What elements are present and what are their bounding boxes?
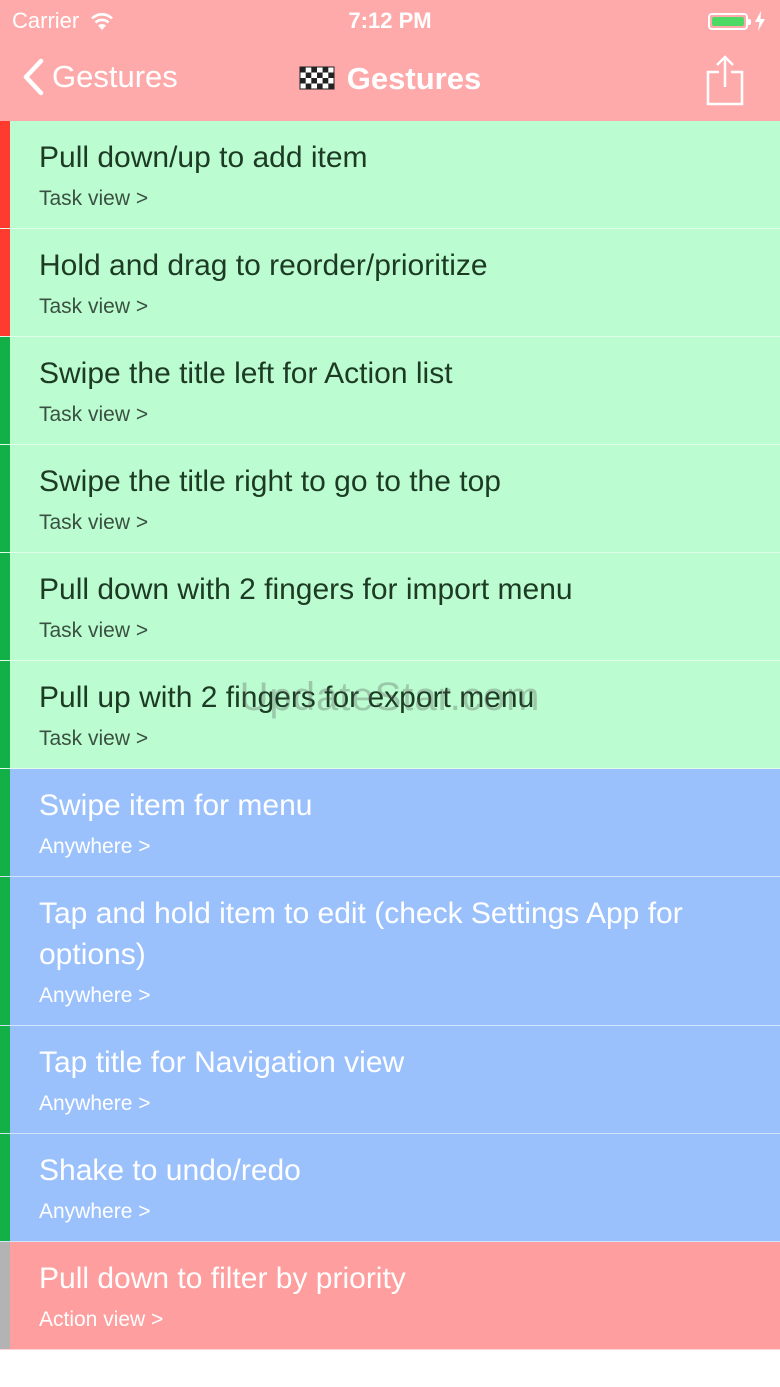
list-item-subtitle: Anywhere > bbox=[39, 835, 151, 858]
gesture-list: Pull down/up to add item Task view > Hold … bbox=[0, 121, 780, 1350]
priority-marker bbox=[0, 229, 10, 336]
list-item[interactable]: Pull down with 2 fingers for import menu… bbox=[0, 553, 780, 661]
list-item-title: Pull down with 2 fingers for import menu bbox=[39, 573, 573, 606]
list-item-title: Swipe the title left for Action list bbox=[39, 357, 453, 390]
list-item-title: Pull up with 2 fingers for export menu bbox=[39, 681, 535, 714]
battery-icon bbox=[708, 12, 751, 30]
list-item-subtitle: Anywhere > bbox=[39, 1200, 151, 1223]
list-item-subtitle: Anywhere > bbox=[39, 1092, 151, 1115]
list-item-subtitle: Action view > bbox=[39, 1308, 164, 1331]
list-item[interactable]: Swipe the title right to go to the top Ta… bbox=[0, 445, 780, 553]
list-item-title: Swipe item for menu bbox=[39, 789, 313, 822]
list-item-title: Pull down to filter by priority bbox=[39, 1262, 406, 1295]
list-item-subtitle: Task view > bbox=[39, 187, 149, 210]
list-item[interactable]: Hold and drag to reorder/prioritize Task … bbox=[0, 229, 780, 337]
list-item-title: Pull down/up to add item bbox=[39, 141, 368, 174]
priority-marker bbox=[0, 445, 10, 552]
priority-marker bbox=[0, 1242, 10, 1349]
list-item[interactable]: Pull down to filter by priority Action vi… bbox=[0, 1242, 780, 1350]
priority-marker bbox=[0, 121, 10, 228]
list-item-title: Swipe the title right to go to the top bbox=[39, 465, 501, 498]
list-item-subtitle: Task view > bbox=[39, 511, 149, 534]
priority-marker bbox=[0, 769, 10, 876]
priority-marker bbox=[0, 337, 10, 444]
navigation-bar: Gestures Gestures bbox=[0, 40, 780, 120]
list-item-title: Tap title for Navigation view bbox=[39, 1046, 405, 1079]
navigation-header: Carrier 7:12 PM Gestures Gestures bbox=[0, 0, 780, 121]
share-button[interactable] bbox=[706, 54, 744, 111]
status-bar: Carrier 7:12 PM bbox=[0, 0, 780, 40]
list-item[interactable]: Swipe the title left for Action list Task… bbox=[0, 337, 780, 445]
list-item-subtitle: Task view > bbox=[39, 619, 149, 642]
priority-marker bbox=[0, 553, 10, 660]
priority-marker bbox=[0, 661, 10, 768]
priority-marker bbox=[0, 1134, 10, 1241]
checkered-flag-icon bbox=[299, 66, 335, 90]
charging-bolt-icon bbox=[755, 11, 765, 31]
page-title[interactable]: Gestures bbox=[0, 61, 780, 97]
list-item[interactable]: Shake to undo/redo Anywhere > bbox=[0, 1134, 780, 1242]
list-item[interactable]: Tap title for Navigation view Anywhere > bbox=[0, 1026, 780, 1134]
battery-indicator bbox=[708, 11, 766, 31]
priority-marker bbox=[0, 1026, 10, 1133]
list-item-title: Shake to undo/redo bbox=[39, 1154, 301, 1187]
list-item-subtitle: Anywhere > bbox=[39, 984, 151, 1007]
list-item[interactable]: Tap and hold item to edit (check Setting… bbox=[0, 877, 780, 1026]
list-item-subtitle: Task view > bbox=[39, 403, 149, 426]
list-item[interactable]: Swipe item for menu Anywhere > bbox=[0, 769, 780, 877]
list-item[interactable]: Pull down/up to add item Task view > bbox=[0, 121, 780, 229]
page-title-text: Gestures bbox=[346, 61, 482, 96]
list-item[interactable]: Pull up with 2 fingers for export menu Ta… bbox=[0, 661, 780, 769]
list-item-title: Hold and drag to reorder/prioritize bbox=[39, 249, 488, 282]
battery-fill bbox=[712, 16, 744, 26]
priority-marker bbox=[0, 877, 10, 1025]
list-item-subtitle: Task view > bbox=[39, 295, 149, 318]
share-icon bbox=[706, 55, 744, 106]
list-item-subtitle: Task view > bbox=[39, 727, 149, 750]
list-item-title: Tap and hold item to edit (check Setting… bbox=[39, 897, 683, 971]
status-time: 7:12 PM bbox=[348, 8, 432, 33]
